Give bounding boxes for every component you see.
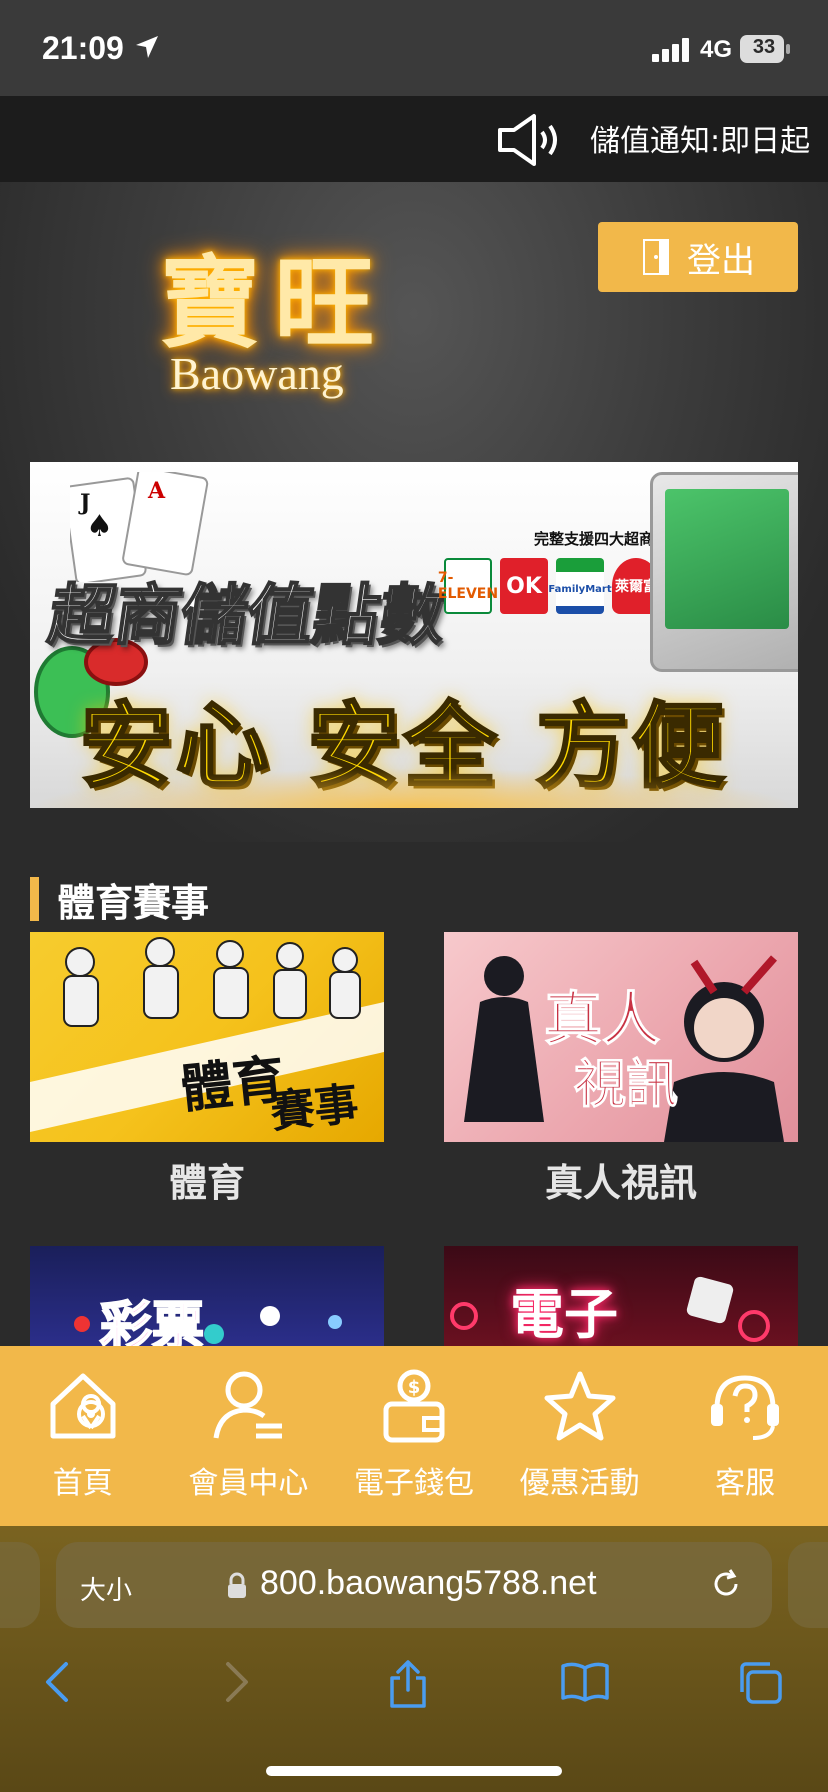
notice-bar: 儲值通知:即日起	[0, 96, 828, 182]
lottery-tile[interactable]: 彩票	[30, 1246, 384, 1346]
text-size-button[interactable]: 大小	[80, 1570, 132, 1607]
bookmarks-icon[interactable]	[560, 1660, 610, 1704]
network-label: 4G	[700, 36, 733, 63]
home-indicator[interactable]	[266, 1766, 562, 1776]
lottery-balls-image	[74, 1306, 342, 1344]
nav-member[interactable]: 會員中心	[168, 1368, 328, 1502]
browser-toolbar: 大小 800.baowang5788.net	[0, 1526, 828, 1792]
logo-english: Baowang	[170, 348, 344, 399]
nav-wallet-label: 電子錢包	[353, 1466, 474, 1501]
forward-icon[interactable]	[222, 1660, 252, 1704]
nav-promotions-label: 優惠活動	[519, 1466, 640, 1501]
slots-tile[interactable]: 電子	[444, 1246, 798, 1346]
banner-title: 超商儲值點數	[43, 576, 452, 655]
svg-text:♠: ♠	[86, 509, 113, 544]
store-logo-711: 7-ELEVEN	[438, 558, 498, 614]
nav-wallet[interactable]: $ 電子錢包	[334, 1368, 494, 1502]
reload-icon[interactable]	[708, 1566, 744, 1602]
nav-home-label: 首頁	[52, 1466, 113, 1501]
sports-tile[interactable]: 體育 賽事	[30, 932, 384, 1142]
section-heading: 體育賽事	[30, 876, 209, 925]
star-icon	[544, 1371, 616, 1441]
nav-promotions[interactable]: 優惠活動	[500, 1368, 660, 1502]
banner-glow	[30, 768, 798, 808]
svg-text:$: $	[408, 1377, 421, 1398]
lock-icon	[228, 1572, 246, 1598]
status-bar: 21:09 4G 33	[0, 0, 828, 96]
status-time: 21:09	[42, 30, 124, 66]
bottom-nav: 首頁 會員中心 $ 電子錢包 優惠活動 客服	[0, 1346, 828, 1526]
next-tab-peek[interactable]	[788, 1542, 828, 1628]
nav-home[interactable]: 首頁	[3, 1368, 163, 1502]
section-title: 體育賽事	[57, 880, 210, 925]
kiosk-image	[650, 472, 798, 672]
nav-support-label: 客服	[715, 1466, 776, 1501]
promo-banner[interactable]: J ♠ A 超商儲值點數 完整支援四大超商 7-ELEVEN OK Family…	[30, 462, 798, 808]
dice-image	[450, 1276, 770, 1342]
live-art-text-2: 視訊	[573, 1054, 679, 1116]
section-accent-bar	[30, 877, 39, 921]
member-icon	[213, 1371, 283, 1439]
tabs-icon[interactable]	[736, 1660, 784, 1706]
live-video-tile[interactable]: 真人 視訊	[444, 932, 798, 1142]
url-text[interactable]: 800.baowang5788.net	[260, 1564, 597, 1603]
kiosk-screen	[665, 489, 789, 629]
logout-label: 登出	[687, 240, 755, 281]
back-icon[interactable]	[42, 1660, 72, 1704]
location-arrow-icon	[136, 36, 158, 58]
nav-support[interactable]: 客服	[665, 1368, 825, 1502]
notice-text[interactable]: 儲值通知:即日起	[590, 116, 810, 160]
door-icon	[643, 239, 669, 275]
header: 寶旺 Baowang 登出 J ♠ A 超商儲值點數 完整支援四大超商 7-EL…	[0, 182, 828, 842]
store-logo-familymart: FamilyMart	[548, 558, 612, 614]
live-video-caption[interactable]: 真人視訊	[444, 1152, 798, 1207]
svg-text:A: A	[147, 478, 166, 504]
battery-level: 33	[752, 36, 776, 58]
address-bar[interactable]: 大小 800.baowang5788.net	[56, 1542, 772, 1628]
store-logo-ok: OK	[500, 558, 548, 614]
speaker-icon	[498, 114, 557, 166]
logo-chinese: 寶旺	[160, 244, 388, 362]
signal-icon	[652, 38, 689, 62]
sports-caption[interactable]: 體育	[30, 1152, 384, 1207]
sports-art-text-2: 賽事	[268, 1078, 361, 1139]
wallet-icon: $	[383, 1369, 445, 1443]
support-icon	[711, 1375, 780, 1440]
logout-button[interactable]: 登出	[598, 222, 798, 292]
banner-support-text: 完整支援四大超商	[534, 530, 655, 548]
share-icon[interactable]	[386, 1660, 430, 1710]
previous-tab-peek[interactable]	[0, 1542, 40, 1628]
site-logo[interactable]: 寶旺 Baowang	[160, 222, 410, 412]
home-location-icon	[50, 1373, 116, 1439]
nav-member-label: 會員中心	[188, 1466, 309, 1501]
